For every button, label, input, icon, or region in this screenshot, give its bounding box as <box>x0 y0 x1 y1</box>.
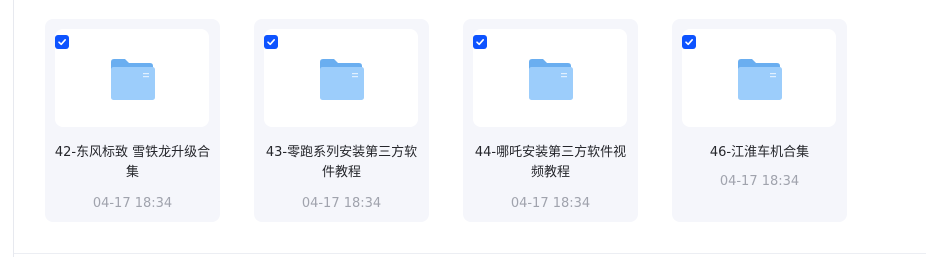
checkmark-icon <box>685 39 693 46</box>
checkmark-icon <box>58 39 66 46</box>
folder-thumbnail[interactable] <box>473 29 627 127</box>
folder-name[interactable]: 44-哪吒安装第三方软件视频教程 <box>471 143 630 183</box>
modified-date: 04-17 18:34 <box>719 174 800 189</box>
folder-thumbnail[interactable] <box>55 29 209 127</box>
folder-grid: 42-东风标致 雪铁龙升级合集 04-17 18:34 43-零跑系列安装第三方… <box>45 19 847 222</box>
folder-icon <box>529 59 573 100</box>
folder-card[interactable]: 44-哪吒安装第三方软件视频教程 04-17 18:34 <box>463 19 638 222</box>
select-checkbox[interactable] <box>473 35 487 49</box>
folder-thumbnail[interactable] <box>264 29 418 127</box>
folder-card[interactable]: 43-零跑系列安装第三方软件教程 04-17 18:34 <box>254 19 429 222</box>
select-checkbox[interactable] <box>682 35 696 49</box>
select-checkbox[interactable] <box>55 35 69 49</box>
folder-thumbnail[interactable] <box>682 29 836 127</box>
folder-name[interactable]: 42-东风标致 雪铁龙升级合集 <box>53 143 212 183</box>
folder-name[interactable]: 43-零跑系列安装第三方软件教程 <box>262 143 421 183</box>
select-checkbox[interactable] <box>264 35 278 49</box>
folder-name[interactable]: 46-江淮车机合集 <box>680 143 839 163</box>
panel-divider-bottom <box>14 253 926 254</box>
checkmark-icon <box>476 39 484 46</box>
panel-divider-left <box>13 0 14 257</box>
modified-date: 04-17 18:34 <box>301 196 382 211</box>
modified-date: 04-17 18:34 <box>510 196 591 211</box>
modified-date: 04-17 18:34 <box>92 196 173 211</box>
folder-icon <box>111 59 155 100</box>
folder-icon <box>738 59 782 100</box>
checkmark-icon <box>267 39 275 46</box>
folder-card[interactable]: 42-东风标致 雪铁龙升级合集 04-17 18:34 <box>45 19 220 222</box>
folder-icon <box>320 59 364 100</box>
folder-card[interactable]: 46-江淮车机合集 04-17 18:34 <box>672 19 847 222</box>
